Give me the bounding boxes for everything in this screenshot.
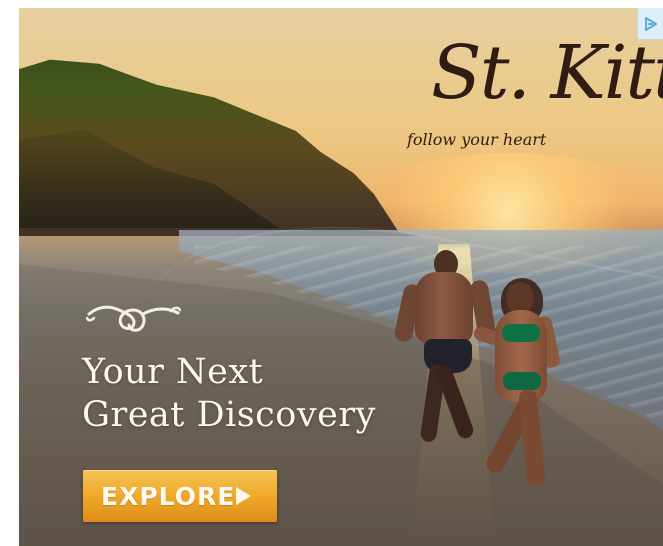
woman-bikini-top	[502, 324, 540, 342]
woman-bikini-bottom	[503, 372, 541, 390]
headline-line-2: Great Discovery	[82, 395, 376, 435]
headline-line-1: Your Next	[82, 352, 264, 392]
explore-button-label: EXPLORE	[101, 481, 236, 511]
page: St. Kitts follow your heart Your Next Gr…	[0, 0, 663, 546]
logo-tagline: follow your heart	[407, 130, 547, 149]
ad-headline: Your Next Great Discovery	[82, 351, 412, 437]
woman-right-leg	[517, 388, 547, 488]
ad-banner[interactable]: St. Kitts follow your heart Your Next Gr…	[19, 8, 663, 546]
heart-flourish-icon	[86, 305, 181, 332]
man-body	[415, 272, 473, 344]
st-kitts-logo: St. Kitts follow your heart	[407, 30, 663, 164]
running-couple-image	[389, 244, 579, 512]
play-arrow-icon	[236, 487, 251, 505]
explore-button[interactable]: EXPLORE	[83, 470, 277, 522]
ad-choice-icon	[645, 17, 657, 31]
logo-brand: St. Kitts	[431, 30, 663, 116]
ad-choice-button[interactable]	[637, 8, 663, 40]
